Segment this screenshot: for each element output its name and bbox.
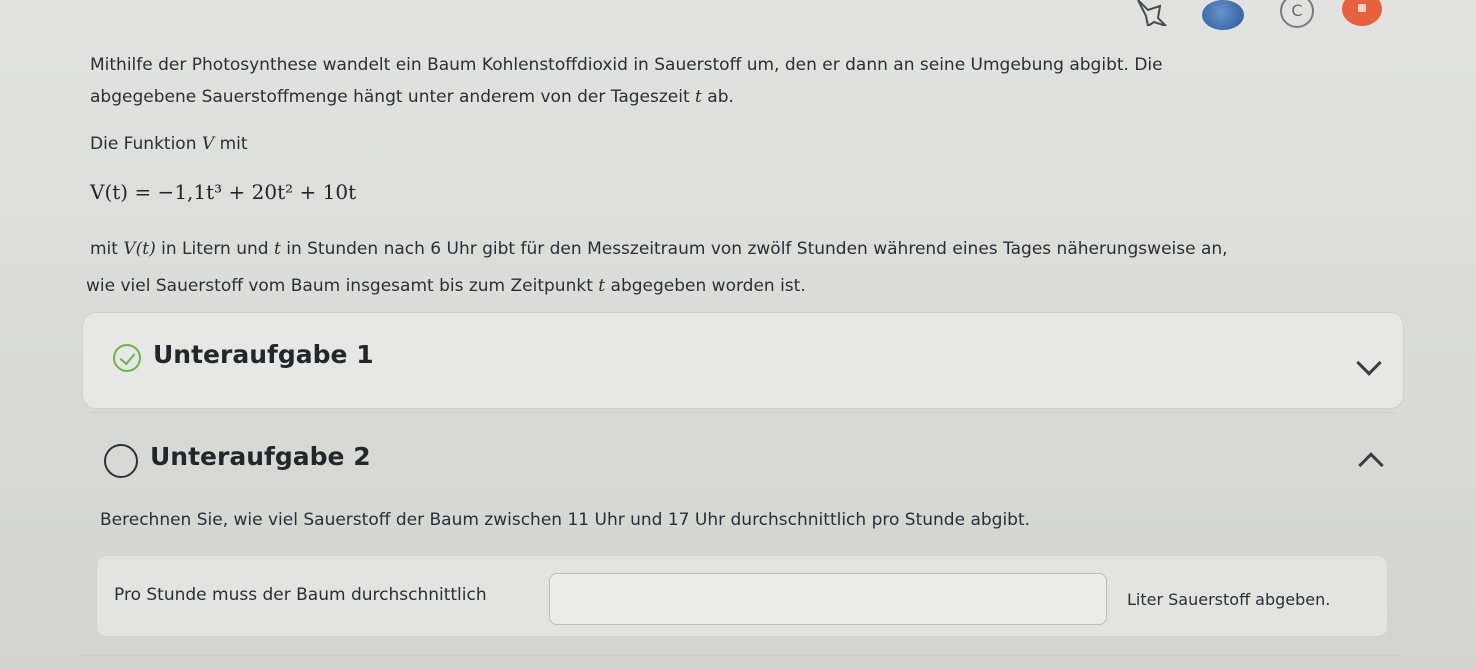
- function-intro: Die Funktion V mit: [90, 134, 248, 154]
- top-toolbar: C: [1120, 0, 1400, 34]
- description-line-1: mit V(t) in Litern und t in Stunden nach…: [90, 239, 1228, 259]
- subtask-2-title[interactable]: Unteraufgabe 2: [150, 442, 371, 471]
- chevron-up-icon[interactable]: [1358, 452, 1384, 478]
- function-formula: V(t) = −1,1t³ + 20t² + 10t: [90, 180, 357, 204]
- globe-icon[interactable]: [1202, 0, 1244, 30]
- intro-line-1: Mithilfe der Photosynthese wandelt ein B…: [90, 55, 1163, 75]
- answer-input[interactable]: [549, 573, 1107, 625]
- check-circle-icon: [113, 344, 141, 372]
- divider-bottom: [80, 655, 1400, 656]
- answer-lead-text: Pro Stunde muss der Baum durchschnittlic…: [114, 585, 487, 605]
- subtask-1-title: Unteraufgabe 1: [153, 340, 374, 369]
- star-icon[interactable]: [1134, 0, 1174, 30]
- answer-unit-text: Liter Sauerstoff abgeben.: [1127, 590, 1331, 609]
- empty-circle-icon: [104, 444, 138, 478]
- subtask-2-question: Berechnen Sie, wie viel Sauerstoff der B…: [100, 510, 1031, 530]
- divider: [86, 412, 1396, 413]
- flag-icon[interactable]: [1342, 0, 1382, 26]
- copyright-icon[interactable]: C: [1280, 0, 1314, 28]
- page: C Mithilfe der Photosynthese wandelt ein…: [0, 0, 1476, 670]
- description-line-2: wie viel Sauerstoff vom Baum insgesamt b…: [86, 276, 806, 296]
- intro-line-2: abgegebene Sauerstoffmenge hängt unter a…: [90, 87, 734, 107]
